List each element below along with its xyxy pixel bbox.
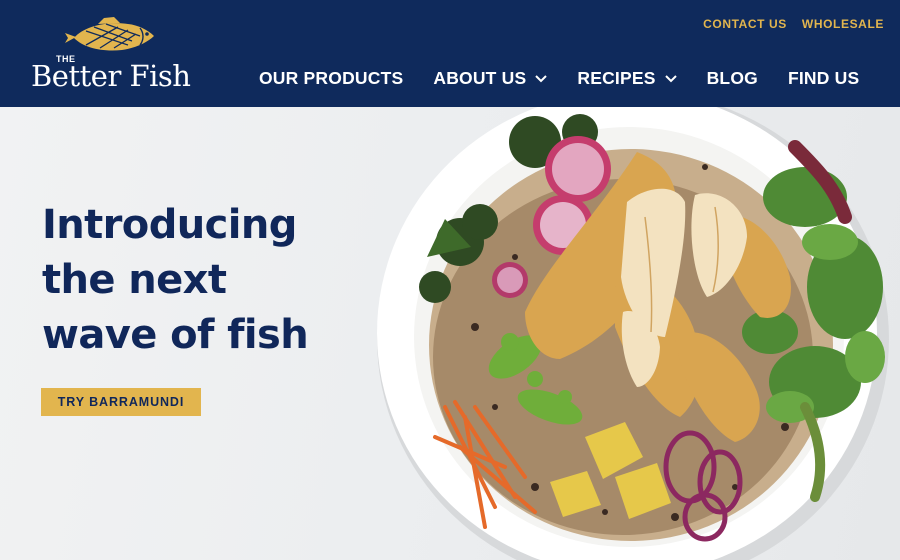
hero-title-line: the next — [42, 257, 227, 303]
site-logo[interactable]: THE Better Fish — [28, 14, 218, 96]
nav-item-blog[interactable]: BLOG — [707, 68, 758, 89]
site-header: THE Better Fish CONTACT US WHOLESALE OUR… — [0, 0, 900, 107]
fish-bowl-image — [377, 107, 889, 560]
contact-us-link[interactable]: CONTACT US — [703, 17, 787, 31]
hero-title-line: wave of fish — [42, 312, 309, 358]
hero-title: Introducing the next wave of fish — [42, 198, 382, 363]
hero-title-line: Introducing — [42, 202, 297, 248]
nav-item-our-products[interactable]: OUR PRODUCTS — [259, 68, 403, 89]
try-barramundi-button[interactable]: TRY BARRAMUNDI — [41, 388, 201, 416]
logo-wordmark: Better Fish — [31, 59, 191, 93]
nav-item-recipes[interactable]: RECIPES — [577, 68, 677, 89]
chevron-down-icon — [535, 74, 548, 82]
hero-section: Introducing the next wave of fish TRY BA… — [0, 107, 900, 560]
utility-nav: CONTACT US WHOLESALE — [703, 17, 884, 31]
nav-item-label: FIND US — [787, 68, 860, 88]
nav-item-label: BLOG — [706, 68, 758, 88]
nav-item-label: ABOUT US — [433, 68, 527, 88]
main-nav: OUR PRODUCTS ABOUT US RECIPES BLOG FIND … — [259, 68, 859, 89]
nav-item-about-us[interactable]: ABOUT US — [433, 68, 548, 89]
nav-item-label: OUR PRODUCTS — [259, 68, 404, 88]
wholesale-link[interactable]: WHOLESALE — [802, 17, 884, 31]
chevron-down-icon — [664, 74, 677, 82]
fish-logo-icon — [65, 17, 154, 51]
nav-item-find-us[interactable]: FIND US — [788, 68, 859, 89]
nav-item-label: RECIPES — [577, 68, 656, 88]
